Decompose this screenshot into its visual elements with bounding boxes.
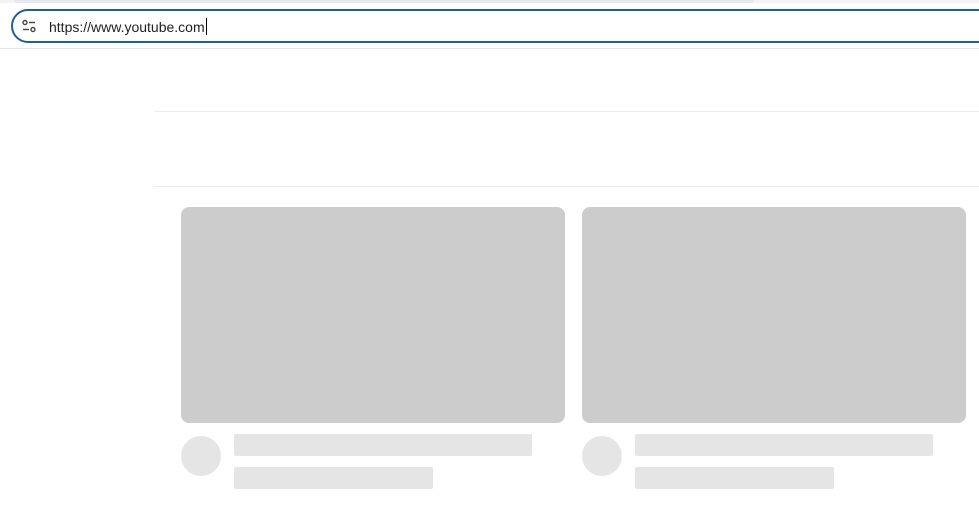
address-bar[interactable]: https://www.youtube.com (11, 9, 979, 43)
title-placeholder (635, 434, 933, 456)
avatar-placeholder (582, 436, 622, 476)
meta-placeholder (234, 467, 433, 489)
thumbnail-placeholder (181, 207, 565, 423)
video-card-placeholder (582, 207, 966, 489)
chip-bar-divider (155, 186, 979, 187)
page-content (0, 49, 979, 514)
video-card-placeholder (181, 207, 565, 489)
title-placeholder (234, 434, 532, 456)
text-caret (205, 18, 207, 35)
tune-icon[interactable] (21, 18, 37, 34)
meta-placeholder (635, 467, 834, 489)
masthead-divider (155, 111, 979, 112)
avatar-placeholder (181, 436, 221, 476)
url-text: https://www.youtube.com (49, 19, 205, 35)
browser-toolbar: https://www.youtube.com (0, 3, 979, 49)
url-input[interactable]: https://www.youtube.com (49, 18, 207, 35)
thumbnail-placeholder (582, 207, 966, 423)
